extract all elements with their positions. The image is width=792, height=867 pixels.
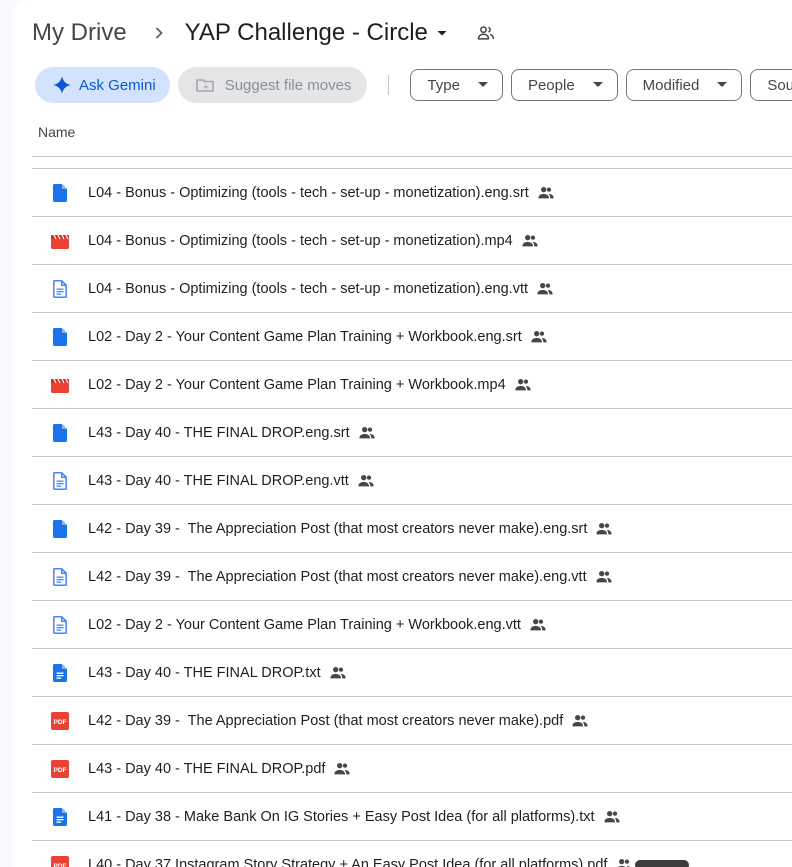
doc-blue-icon: [50, 519, 70, 539]
breadcrumb: My Drive YAP Challenge - Circle: [32, 14, 498, 52]
breadcrumb-my-drive[interactable]: My Drive: [32, 19, 131, 47]
filter-type-label: Type: [427, 76, 460, 94]
file-name: L42 - Day 39 - The Appreciation Post (th…: [88, 520, 588, 537]
text-file-icon: [50, 471, 70, 491]
shared-people-icon: [595, 520, 613, 538]
file-list: L04 - Bonus - Optimizing (tools - tech -…: [32, 169, 792, 867]
video-icon: [50, 231, 70, 251]
file-row[interactable]: L43 - Day 40 - THE FINAL DROP.txt: [32, 649, 792, 697]
shared-people-icon: [333, 760, 351, 778]
suggest-file-moves-label: Suggest file moves: [224, 76, 352, 94]
doc-blue-icon: [50, 327, 70, 347]
toolbar-divider: [388, 75, 390, 95]
shared-people-icon: [595, 568, 613, 586]
column-header-name[interactable]: Name: [38, 124, 75, 140]
file-row[interactable]: PDF L40 - Day 37 Instagram Story Strategy…: [32, 841, 792, 867]
shared-people-icon: [357, 472, 375, 490]
shared-people-icon: [329, 664, 347, 682]
file-row[interactable]: L04 - Bonus - Optimizing (tools - tech -…: [32, 217, 792, 265]
svg-text:PDF: PDF: [54, 719, 67, 726]
shared-people-icon: [530, 328, 548, 346]
shared-people-icon: [521, 232, 539, 250]
file-row[interactable]: L02 - Day 2 - Your Content Game Plan Tra…: [32, 361, 792, 409]
gdoc-icon: [50, 663, 70, 683]
toolbar: Ask Gemini Suggest file moves Type Peopl…: [35, 67, 792, 103]
drive-main-panel: My Drive YAP Challenge - Circle Ask Gemi…: [12, 0, 792, 867]
shared-people-icon: [615, 856, 633, 867]
file-name: L02 - Day 2 - Your Content Game Plan Tra…: [88, 328, 522, 345]
redaction-bar: [635, 859, 690, 867]
file-name: L42 - Day 39 - The Appreciation Post (th…: [88, 712, 564, 729]
text-file-icon: [50, 279, 70, 299]
file-row[interactable]: L04 - Bonus - Optimizing (tools - tech -…: [32, 265, 792, 313]
shared-people-icon: [358, 424, 376, 442]
ask-gemini-label: Ask Gemini: [79, 76, 156, 94]
file-name: L43 - Day 40 - THE FINAL DROP.txt: [88, 664, 321, 681]
file-name: L04 - Bonus - Optimizing (tools - tech -…: [88, 280, 529, 297]
file-row[interactable]: PDF L42 - Day 39 - The Appreciation Post …: [32, 697, 792, 745]
filter-source-chip[interactable]: Source: [750, 69, 792, 101]
file-row[interactable]: L42 - Day 39 - The Appreciation Post (th…: [32, 505, 792, 553]
svg-text:PDF: PDF: [54, 767, 67, 774]
filter-type-chip[interactable]: Type: [410, 69, 503, 101]
file-row[interactable]: L43 - Day 40 - THE FINAL DROP.eng.vtt: [32, 457, 792, 505]
file-name: L41 - Day 38 - Make Bank On IG Stories +…: [88, 808, 595, 825]
suggest-file-moves-button[interactable]: Suggest file moves: [177, 67, 368, 103]
shared-people-icon: [514, 376, 532, 394]
pdf-icon: PDF: [50, 711, 70, 731]
video-icon: [50, 375, 70, 395]
file-row[interactable]: PDF L43 - Day 40 - THE FINAL DROP.pdf: [32, 745, 792, 793]
filter-modified-label: Modified: [642, 76, 700, 94]
filter-people-label: People: [527, 76, 575, 94]
file-name: L42 - Day 39 - The Appreciation Post (th…: [88, 568, 587, 585]
filter-source-label: Source: [767, 76, 792, 94]
filter-people-chip[interactable]: People: [510, 69, 618, 101]
doc-blue-icon: [50, 423, 70, 443]
file-row[interactable]: L42 - Day 39 - The Appreciation Post (th…: [32, 553, 792, 601]
folder-sparkle-icon: [195, 75, 215, 95]
text-file-icon: [50, 567, 70, 587]
gdoc-icon: [50, 807, 70, 827]
ask-gemini-button[interactable]: Ask Gemini: [35, 67, 170, 103]
breadcrumb-current-folder[interactable]: YAP Challenge - Circle: [185, 19, 452, 47]
gemini-sparkle-icon: [53, 76, 71, 94]
file-row[interactable]: L43 - Day 40 - THE FINAL DROP.eng.srt: [32, 409, 792, 457]
svg-text:PDF: PDF: [54, 863, 67, 867]
pdf-icon: PDF: [50, 855, 70, 867]
doc-blue-icon: [50, 183, 70, 203]
file-name: L02 - Day 2 - Your Content Game Plan Tra…: [88, 616, 521, 633]
file-row[interactable]: L02 - Day 2 - Your Content Game Plan Tra…: [32, 601, 792, 649]
file-name: L43 - Day 40 - THE FINAL DROP.eng.srt: [88, 424, 350, 441]
caret-down-icon: [432, 23, 452, 43]
text-file-icon: [50, 615, 70, 635]
filter-modified-chip[interactable]: Modified: [625, 69, 743, 101]
file-row[interactable]: L04 - Bonus - Optimizing (tools - tech -…: [32, 169, 792, 217]
shared-people-icon: [529, 616, 547, 634]
dropdown-arrow-icon: [589, 76, 607, 94]
shared-folder-people-icon[interactable]: [474, 21, 498, 45]
file-row[interactable]: L02 - Day 2 - Your Content Game Plan Tra…: [32, 313, 792, 361]
header-divider: [32, 156, 792, 157]
dropdown-arrow-icon: [713, 76, 731, 94]
pdf-icon: PDF: [50, 759, 70, 779]
file-row[interactable]: L41 - Day 38 - Make Bank On IG Stories +…: [32, 793, 792, 841]
chevron-right-icon: [149, 23, 169, 43]
shared-people-icon: [537, 184, 555, 202]
file-name: L40 - Day 37 Instagram Story Strategy + …: [88, 856, 608, 867]
shared-people-icon: [571, 712, 589, 730]
folder-title: YAP Challenge - Circle: [184, 19, 428, 46]
file-name: L04 - Bonus - Optimizing (tools - tech -…: [88, 184, 529, 201]
dropdown-arrow-icon: [474, 76, 492, 94]
file-name: L43 - Day 40 - THE FINAL DROP.pdf: [88, 760, 326, 777]
file-name: L04 - Bonus - Optimizing (tools - tech -…: [88, 232, 513, 249]
shared-people-icon: [603, 808, 621, 826]
file-name: L43 - Day 40 - THE FINAL DROP.eng.vtt: [88, 472, 349, 489]
shared-people-icon: [536, 280, 554, 298]
file-name: L02 - Day 2 - Your Content Game Plan Tra…: [88, 376, 506, 393]
